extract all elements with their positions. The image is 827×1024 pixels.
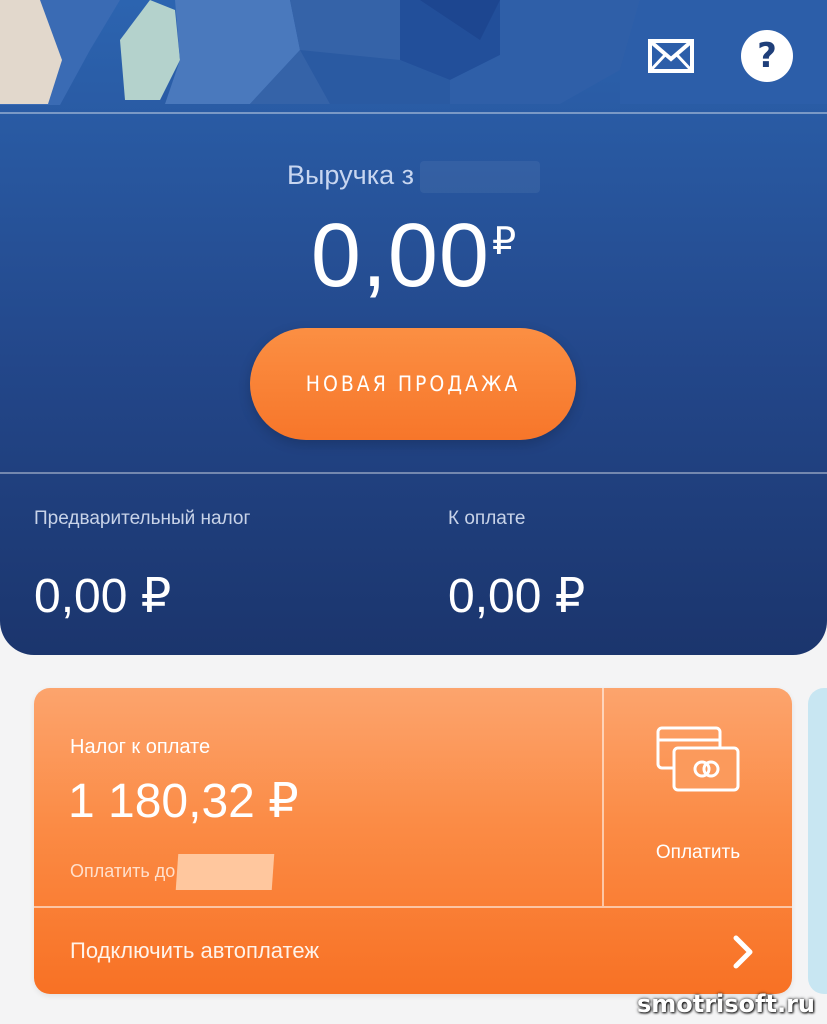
- ruble-sign: ₽: [491, 221, 517, 263]
- new-sale-button[interactable]: НОВАЯ ПРОДАЖА: [250, 328, 576, 440]
- pay-button-label: Оплатить: [655, 842, 741, 863]
- header-divider-bottom: [0, 472, 827, 474]
- revenue-amount: 0,00₽: [0, 205, 827, 308]
- tax-card-amount: 1 180,32 ₽: [68, 775, 299, 828]
- to-pay-label: К оплате: [448, 508, 526, 529]
- revenue-amount-value: 0,00: [310, 206, 490, 306]
- next-card-peek[interactable]: [808, 688, 827, 994]
- autopay-label: Подключить автоплатеж: [70, 938, 320, 963]
- to-pay-value: 0,00 ₽: [448, 570, 586, 623]
- tax-card-title: Налог к оплате: [70, 736, 211, 758]
- help-icon[interactable]: ?: [741, 30, 793, 82]
- revenue-label: Выручка з: [0, 160, 827, 193]
- bank-card-icon: [656, 726, 740, 792]
- mail-icon[interactable]: [648, 30, 694, 82]
- tax-info[interactable]: Налог к оплате 1 180,32 ₽ Оплатить до: [34, 688, 602, 906]
- to-pay: К оплате 0,00 ₽: [448, 508, 585, 624]
- tax-due-label: Оплатить до: [70, 860, 176, 881]
- tax-card: Налог к оплате 1 180,32 ₽ Оплатить до Оп…: [34, 688, 792, 994]
- preliminary-tax-value: 0,00 ₽: [34, 570, 172, 623]
- chevron-right-icon: [733, 935, 753, 969]
- tax-due-date: Оплатить до: [70, 854, 275, 890]
- autopay-row[interactable]: Подключить автоплатеж: [34, 908, 792, 994]
- pay-button[interactable]: Оплатить: [604, 688, 792, 906]
- preliminary-tax: Предварительный налог 0,00 ₽: [34, 508, 250, 624]
- revenue-label-text: Выручка з: [287, 160, 414, 190]
- preliminary-tax-label: Предварительный налог: [34, 508, 251, 529]
- header-panel: ? Выручка з 0,00₽ НОВАЯ ПРОДАЖА Предвари…: [0, 0, 827, 655]
- watermark: smotrisoft.ru: [636, 990, 815, 1018]
- help-glyph: ?: [757, 36, 777, 76]
- header-divider-top: [0, 112, 827, 114]
- header-decoration: [0, 0, 827, 105]
- redacted-period: [420, 160, 540, 193]
- redacted-due-date: [176, 854, 275, 890]
